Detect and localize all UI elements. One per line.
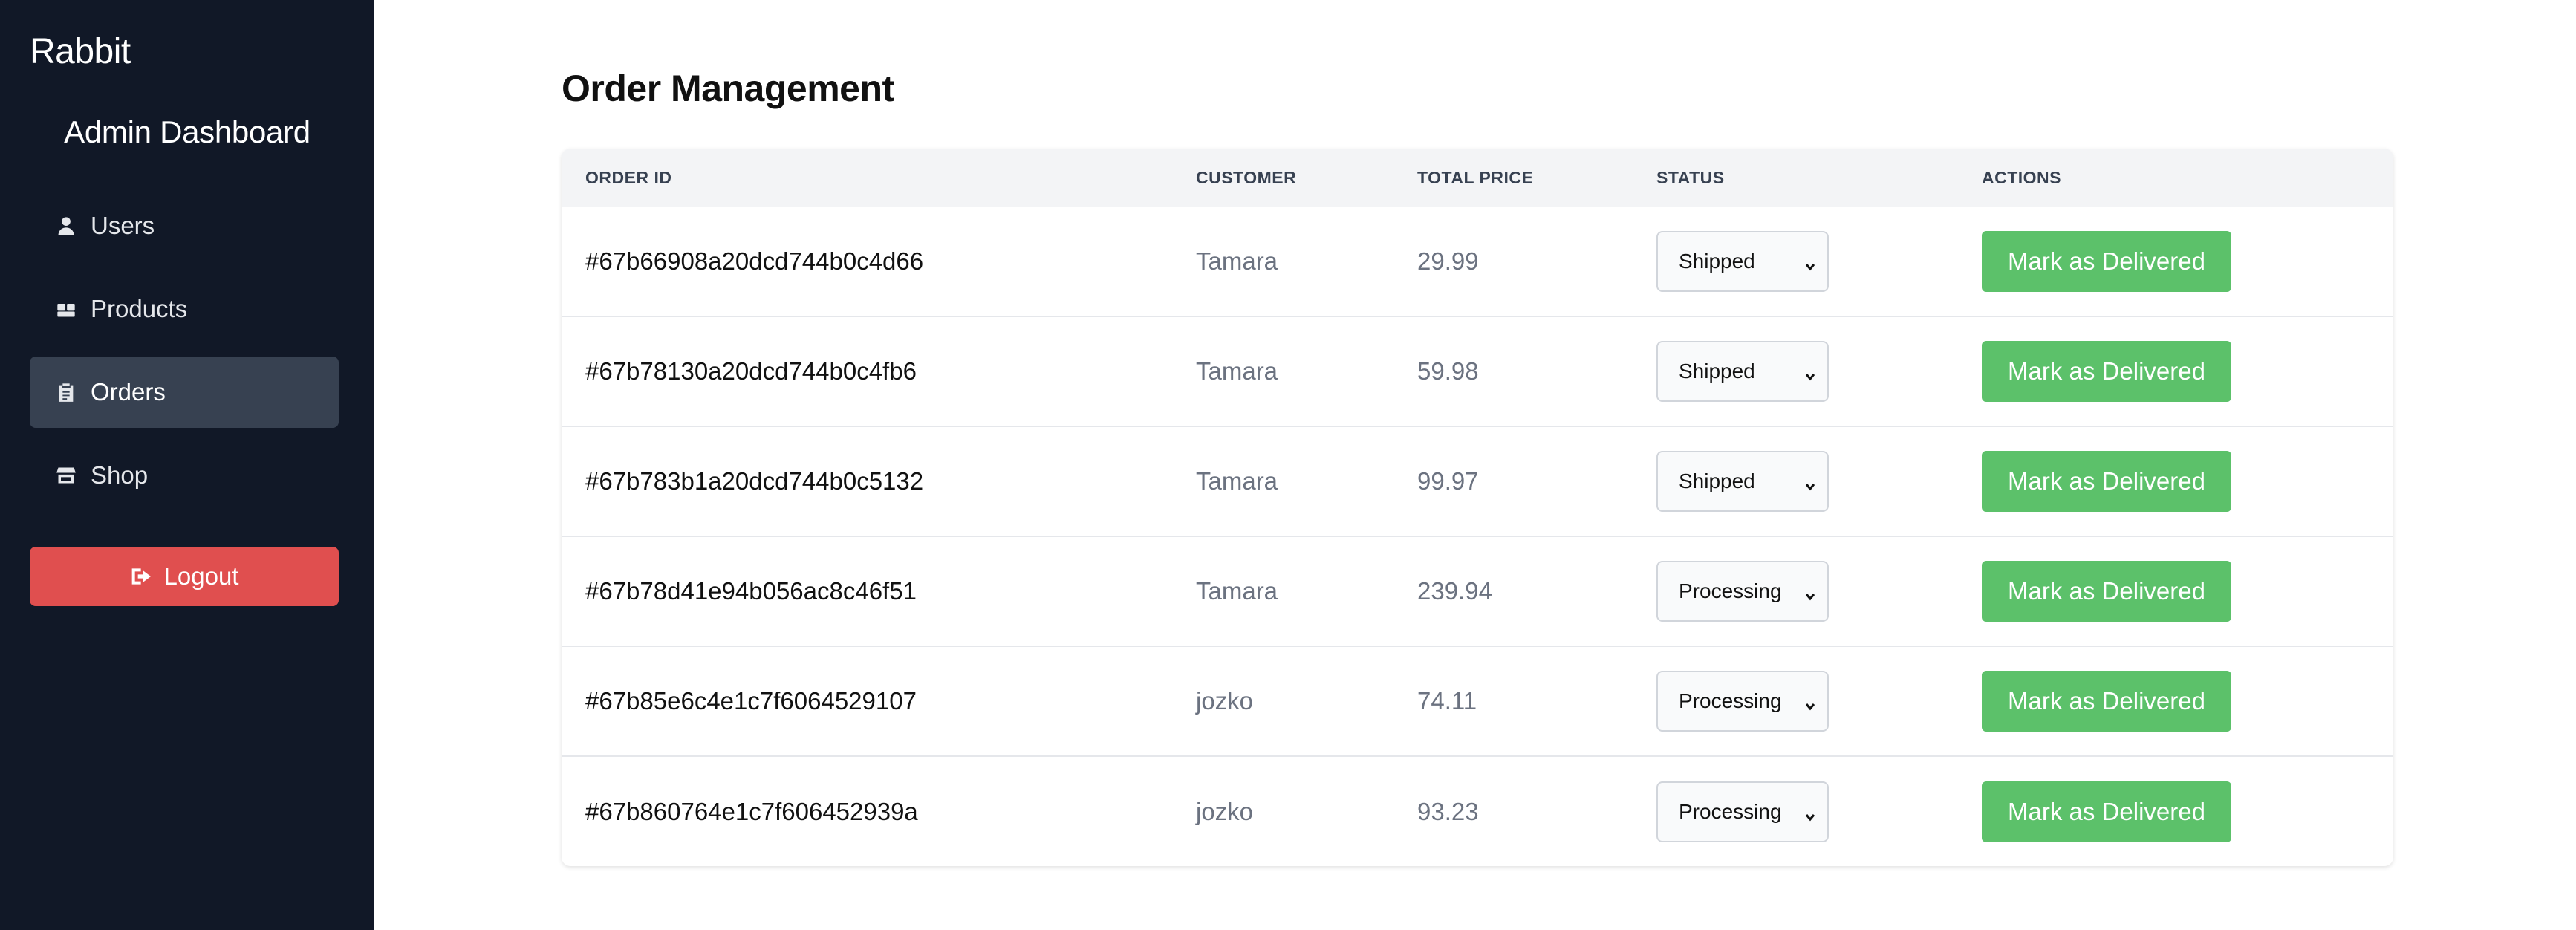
page-title: Order Management <box>562 68 894 109</box>
mark-as-delivered-button[interactable]: Mark as Delivered <box>1982 671 2231 732</box>
status-cell: Processing <box>1633 646 1958 756</box>
chevron-down-icon <box>1803 255 1817 270</box>
status-select-value: Shipped <box>1679 360 1755 383</box>
mark-as-delivered-button[interactable]: Mark as Delivered <box>1982 451 2231 512</box>
store-icon <box>55 464 77 487</box>
logout-button[interactable]: Logout <box>30 547 339 606</box>
status-select[interactable]: Processing <box>1656 561 1829 622</box>
chevron-down-icon <box>1803 695 1817 711</box>
main-content: Order Management ORDER ID CUSTOMER TOTAL… <box>374 0 2576 930</box>
mark-as-delivered-button[interactable]: Mark as Delivered <box>1982 230 2231 292</box>
boxes-icon <box>55 298 77 320</box>
table-row: #67b78130a20dcd744b0c4fb6 Tamara 59.98 S… <box>562 316 2393 426</box>
sign-out-icon <box>130 565 154 588</box>
customer-cell: Tamara <box>1196 467 1278 495</box>
column-header-total-price: TOTAL PRICE <box>1417 167 1534 187</box>
status-cell: Shipped <box>1633 207 1958 316</box>
customer-cell: jozko <box>1196 687 1254 715</box>
sidebar-item-label: Orders <box>91 378 166 406</box>
status-select-value: Processing <box>1679 799 1782 823</box>
sidebar: Rabbit Admin Dashboard Users Products Or… <box>0 0 374 930</box>
order-id-cell: #67b66908a20dcd744b0c4d66 <box>585 247 924 275</box>
customer-cell: Tamara <box>1196 247 1278 275</box>
status-select-value: Shipped <box>1679 249 1755 273</box>
sidebar-item-products[interactable]: Products <box>30 273 339 345</box>
sidebar-item-label: Products <box>91 295 188 322</box>
total-price-cell: 29.99 <box>1417 247 1479 275</box>
status-select[interactable]: Processing <box>1656 671 1829 732</box>
chevron-down-icon <box>1803 585 1817 601</box>
chevron-down-icon <box>1803 365 1817 381</box>
column-header-customer: CUSTOMER <box>1196 167 1297 187</box>
chevron-down-icon <box>1803 475 1817 491</box>
customer-cell: jozko <box>1196 797 1254 825</box>
customer-cell: Tamara <box>1196 577 1278 605</box>
column-header-status: STATUS <box>1656 167 1725 187</box>
table-row: #67b783b1a20dcd744b0c5132 Tamara 99.97 S… <box>562 426 2393 536</box>
table-row: #67b78d41e94b056ac8c46f51 Tamara 239.94 … <box>562 536 2393 646</box>
column-header-actions: ACTIONS <box>1982 167 2061 187</box>
actions-cell: Mark as Delivered <box>1958 756 2393 866</box>
sidebar-item-orders[interactable]: Orders <box>30 357 339 428</box>
clipboard-icon <box>55 381 77 403</box>
status-select-value: Processing <box>1679 579 1782 602</box>
status-select[interactable]: Processing <box>1656 781 1829 842</box>
sidebar-item-label: Users <box>91 212 155 239</box>
user-icon <box>55 215 77 237</box>
sidebar-item-users[interactable]: Users <box>30 190 339 261</box>
status-select[interactable]: Shipped <box>1656 451 1829 512</box>
actions-cell: Mark as Delivered <box>1958 316 2393 426</box>
status-select-value: Processing <box>1679 689 1782 712</box>
status-select-value: Shipped <box>1679 469 1755 492</box>
table-row: #67b66908a20dcd744b0c4d66 Tamara 29.99 S… <box>562 207 2393 316</box>
mark-as-delivered-button[interactable]: Mark as Delivered <box>1982 561 2231 622</box>
column-header-order-id: ORDER ID <box>585 167 672 187</box>
sidebar-item-shop[interactable]: Shop <box>30 440 339 511</box>
total-price-cell: 239.94 <box>1417 577 1492 605</box>
table-row: #67b85e6c4e1c7f6064529107 jozko 74.11 Pr… <box>562 646 2393 756</box>
status-select[interactable]: Shipped <box>1656 230 1829 292</box>
mark-as-delivered-button[interactable]: Mark as Delivered <box>1982 781 2231 842</box>
table-row: #67b860764e1c7f606452939a jozko 93.23 Pr… <box>562 756 2393 866</box>
orders-table-card: ORDER ID CUSTOMER TOTAL PRICE STATUS ACT… <box>562 149 2393 866</box>
total-price-cell: 93.23 <box>1417 797 1479 825</box>
customer-cell: Tamara <box>1196 357 1278 385</box>
total-price-cell: 59.98 <box>1417 357 1479 385</box>
sidebar-title: Admin Dashboard <box>64 114 310 149</box>
logout-label: Logout <box>163 562 239 590</box>
order-id-cell: #67b85e6c4e1c7f6064529107 <box>585 687 917 715</box>
total-price-cell: 99.97 <box>1417 467 1479 495</box>
actions-cell: Mark as Delivered <box>1958 536 2393 646</box>
brand-logo[interactable]: Rabbit <box>30 31 131 72</box>
app: Rabbit Admin Dashboard Users Products Or… <box>0 0 2576 930</box>
order-id-cell: #67b78130a20dcd744b0c4fb6 <box>585 357 917 385</box>
sidebar-nav: Users Products Orders Shop <box>30 190 339 523</box>
table-header-row: ORDER ID CUSTOMER TOTAL PRICE STATUS ACT… <box>562 149 2393 207</box>
orders-table: ORDER ID CUSTOMER TOTAL PRICE STATUS ACT… <box>562 149 2393 866</box>
mark-as-delivered-button[interactable]: Mark as Delivered <box>1982 341 2231 402</box>
sidebar-item-label: Shop <box>91 461 149 489</box>
status-cell: Processing <box>1633 536 1958 646</box>
status-cell: Shipped <box>1633 426 1958 536</box>
order-id-cell: #67b783b1a20dcd744b0c5132 <box>585 467 924 495</box>
total-price-cell: 74.11 <box>1417 687 1477 715</box>
order-id-cell: #67b860764e1c7f606452939a <box>585 797 918 825</box>
order-id-cell: #67b78d41e94b056ac8c46f51 <box>585 577 917 605</box>
actions-cell: Mark as Delivered <box>1958 426 2393 536</box>
status-cell: Processing <box>1633 756 1958 866</box>
actions-cell: Mark as Delivered <box>1958 646 2393 756</box>
actions-cell: Mark as Delivered <box>1958 207 2393 316</box>
status-select[interactable]: Shipped <box>1656 341 1829 402</box>
status-cell: Shipped <box>1633 316 1958 426</box>
chevron-down-icon <box>1803 805 1817 821</box>
